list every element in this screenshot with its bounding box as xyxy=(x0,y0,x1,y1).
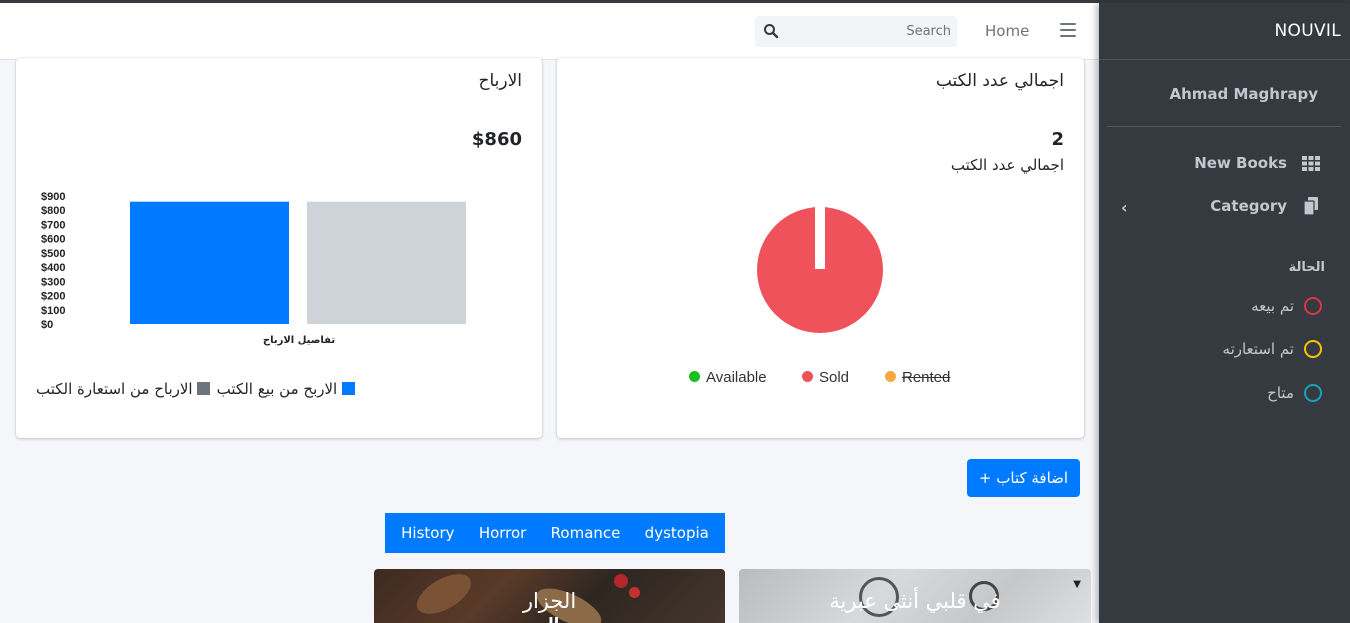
grid-icon xyxy=(1302,156,1320,171)
circle-icon xyxy=(1304,384,1322,402)
copy-icon xyxy=(1303,197,1318,216)
status-label: تم استعارته xyxy=(1222,340,1294,358)
legend-label: الارباح من استعارة الكتب xyxy=(36,380,193,398)
y-tick-label: $700 xyxy=(41,219,65,231)
legend-item-sales[interactable]: الاربح من بيع الكتب xyxy=(217,380,355,398)
tab-history[interactable]: History xyxy=(401,524,454,542)
bar-1[interactable] xyxy=(307,201,466,324)
caret-down-icon[interactable]: ▼ xyxy=(1073,579,1081,590)
status-item-sold[interactable]: تم بيعه xyxy=(1099,294,1350,320)
add-book-button[interactable]: + اضافة كتاب xyxy=(967,459,1080,497)
profit-card: الارباح $860 $0 $100 $200 $300 $400 $500 $600 $… xyxy=(16,58,542,438)
brand-name: NOUVIL xyxy=(1274,21,1341,41)
y-tick-label: $100 xyxy=(41,305,65,317)
legend-item-rented[interactable]: Rented xyxy=(885,369,950,386)
legend-item-rentals[interactable]: الارباح من استعارة الكتب xyxy=(36,380,211,398)
card-title: الارباح xyxy=(478,71,522,91)
book-card[interactable]: الجزار ال xyxy=(374,569,725,623)
book-title: في قلبي أنثى عبرية xyxy=(829,589,1001,613)
book-card[interactable]: في قلبي أنثى عبرية ▼ xyxy=(739,569,1091,623)
sidebar-item-label: New Books xyxy=(1194,154,1287,172)
y-tick-label: $0 xyxy=(41,319,53,331)
tab-romance[interactable]: Romance xyxy=(551,524,621,542)
sidebar-item-category[interactable]: ‹ Category xyxy=(1099,192,1350,222)
circle-icon xyxy=(1304,297,1322,315)
bar-chart: $0 $100 $200 $300 $400 $500 $600 $700 $800 $900 تف… xyxy=(41,191,466,346)
x-axis-label: تفاصيل الارباح xyxy=(263,335,335,346)
pie-slice-border xyxy=(815,200,825,269)
y-tick-label: $800 xyxy=(41,205,65,217)
y-tick-label: $500 xyxy=(41,248,65,260)
top-navbar: Home xyxy=(0,3,1099,60)
books-count-label: اجمالي عدد الكتب xyxy=(950,156,1064,174)
books-count: 2 xyxy=(1051,129,1064,150)
circle-icon xyxy=(1304,340,1322,358)
hamburger-icon[interactable] xyxy=(1060,23,1076,37)
card-title: اجمالي عدد الكتب xyxy=(935,71,1064,91)
status-item-rented[interactable]: تم استعارته xyxy=(1099,337,1350,363)
legend-label: Rented xyxy=(902,369,951,386)
legend-label: Sold xyxy=(819,369,850,386)
y-tick-label: $300 xyxy=(41,276,65,288)
legend-swatch xyxy=(197,382,211,395)
sidebar: NOUVIL Ahmad Maghrapy New Books ‹ Catego… xyxy=(1099,3,1350,623)
book-subtitle: ال xyxy=(374,614,725,623)
legend-swatch xyxy=(342,382,355,395)
chevron-left-icon[interactable]: ‹ xyxy=(1121,198,1128,217)
search-bar[interactable] xyxy=(755,16,957,47)
legend-label: الاربح من بيع الكتب xyxy=(216,380,338,398)
book-title: الجزار xyxy=(522,589,577,613)
bar-0[interactable] xyxy=(130,201,289,324)
status-label: تم بيعه xyxy=(1251,297,1294,315)
y-tick-label: $900 xyxy=(41,191,65,203)
tab-dystopia[interactable]: dystopia xyxy=(645,524,709,542)
user-name: Ahmad Maghrapy xyxy=(1169,85,1319,103)
status-label: متاح xyxy=(1267,384,1294,402)
status-item-available[interactable]: متاح xyxy=(1099,381,1350,407)
y-tick-label: $200 xyxy=(41,291,65,303)
pie-chart xyxy=(757,200,883,333)
legend-dot xyxy=(802,371,813,382)
profit-total: $860 xyxy=(471,129,522,150)
cover-decoration xyxy=(614,574,628,588)
category-tabs: History Horror Romance dystopia xyxy=(385,513,725,553)
legend-label: Available xyxy=(706,369,767,386)
home-link[interactable]: Home xyxy=(985,22,1029,40)
status-header: الحالة xyxy=(1288,260,1325,275)
legend-item-available[interactable]: Available xyxy=(689,369,767,386)
sidebar-item-new-books[interactable]: New Books xyxy=(1099,149,1350,179)
y-tick-label: $400 xyxy=(41,262,65,274)
legend-dot xyxy=(885,371,896,382)
search-icon[interactable] xyxy=(763,23,779,39)
y-tick-label: $600 xyxy=(41,234,65,246)
search-input[interactable] xyxy=(787,16,951,47)
legend-dot xyxy=(689,371,700,382)
books-count-card: اجمالي عدد الكتب 2 اجمالي عدد الكتب Avai… xyxy=(557,58,1084,438)
sidebar-item-label: Category xyxy=(1210,197,1287,215)
tab-horror[interactable]: Horror xyxy=(479,524,527,542)
user-panel[interactable]: Ahmad Maghrapy xyxy=(1107,61,1341,127)
legend-item-sold[interactable]: Sold xyxy=(802,369,849,386)
brand[interactable]: NOUVIL xyxy=(1099,3,1350,60)
